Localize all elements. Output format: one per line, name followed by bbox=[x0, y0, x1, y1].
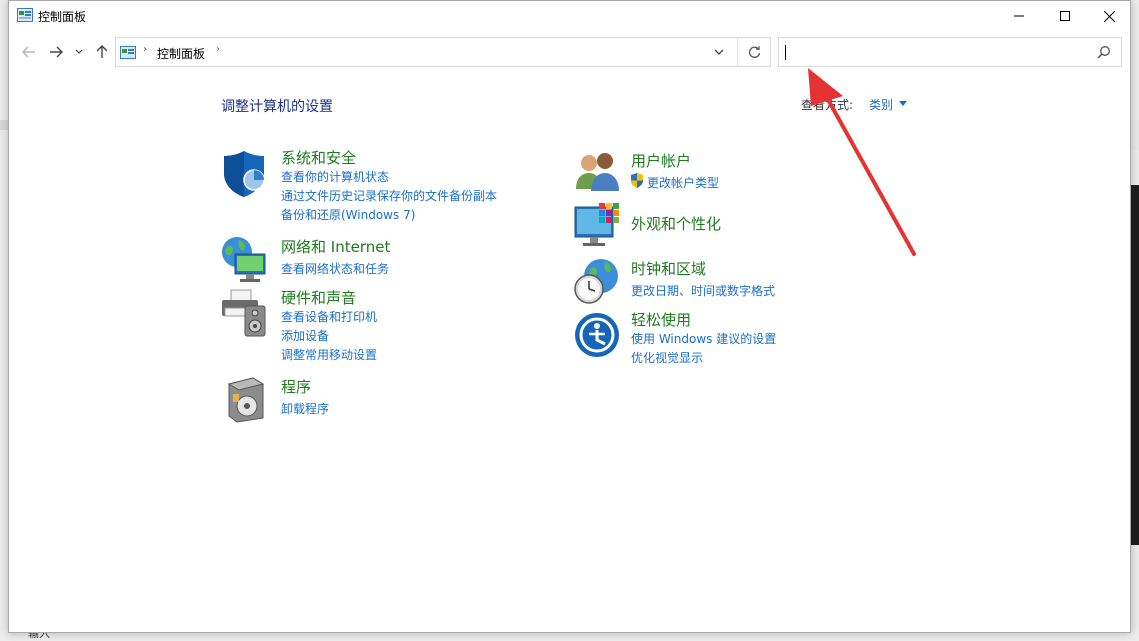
address-dropdown-button[interactable] bbox=[707, 38, 731, 66]
breadcrumb-separator[interactable]: › bbox=[143, 44, 147, 55]
close-icon bbox=[1103, 10, 1115, 22]
search-icon[interactable] bbox=[1097, 45, 1111, 59]
chevron-down-icon bbox=[75, 49, 83, 54]
recent-locations-button[interactable] bbox=[72, 43, 86, 61]
window-title: 控制面板 bbox=[38, 10, 87, 24]
category-hardware-sound[interactable]: 硬件和声音 bbox=[281, 287, 356, 308]
up-button[interactable] bbox=[91, 43, 113, 61]
breadcrumb-separator[interactable]: › bbox=[216, 44, 220, 55]
minimize-button[interactable] bbox=[996, 1, 1042, 31]
arrow-left-icon bbox=[22, 46, 35, 58]
address-bar[interactable]: › 控制面板 › bbox=[115, 37, 771, 67]
link-file-history-backup[interactable]: 通过文件历史记录保存你的文件备份副本 bbox=[281, 187, 497, 204]
background-window-strip bbox=[1131, 120, 1139, 150]
minimize-icon bbox=[1014, 15, 1024, 17]
close-button[interactable] bbox=[1086, 1, 1132, 31]
link-change-account-type[interactable]: 更改帐户类型 bbox=[647, 174, 719, 191]
category-network-internet[interactable]: 网络和 Internet bbox=[281, 236, 390, 257]
link-add-device[interactable]: 添加设备 bbox=[281, 327, 329, 344]
text-cursor bbox=[785, 45, 786, 60]
refresh-button[interactable] bbox=[737, 38, 770, 66]
control-panel-icon bbox=[120, 46, 136, 59]
shield-icon[interactable] bbox=[219, 149, 269, 199]
control-panel-window: 控制面板 › 控制面板 › 调整计算机的设置 查看方式: 类别 系统和安全 查看… bbox=[8, 0, 1131, 633]
navigation-row: › 控制面板 › bbox=[9, 35, 1130, 69]
monitor-palette-icon[interactable] bbox=[573, 201, 623, 251]
arrow-up-icon bbox=[96, 45, 108, 58]
printer-speaker-icon[interactable] bbox=[219, 288, 269, 338]
category-system-security[interactable]: 系统和安全 bbox=[281, 147, 356, 168]
link-recommended-settings[interactable]: 使用 Windows 建议的设置 bbox=[631, 330, 776, 347]
network-globe-icon[interactable] bbox=[219, 234, 269, 284]
maximize-button[interactable] bbox=[1042, 1, 1088, 31]
programs-disc-icon[interactable] bbox=[223, 374, 273, 424]
view-by-label: 查看方式: bbox=[801, 98, 854, 112]
uac-shield-icon bbox=[631, 173, 643, 188]
forward-button[interactable] bbox=[45, 43, 67, 61]
breadcrumb-control-panel[interactable]: 控制面板 bbox=[157, 45, 205, 62]
category-ease-of-access[interactable]: 轻松使用 bbox=[631, 309, 691, 330]
link-network-status[interactable]: 查看网络状态和任务 bbox=[281, 260, 389, 277]
ease-of-access-icon[interactable] bbox=[572, 310, 622, 360]
link-view-computer-status[interactable]: 查看你的计算机状态 bbox=[281, 168, 389, 185]
category-programs[interactable]: 程序 bbox=[281, 376, 311, 397]
refresh-icon bbox=[748, 45, 760, 58]
category-clock-region[interactable]: 时钟和区域 bbox=[631, 258, 706, 279]
back-button[interactable] bbox=[18, 43, 40, 61]
control-panel-icon bbox=[17, 8, 33, 22]
users-icon[interactable] bbox=[573, 149, 623, 199]
chevron-down-icon bbox=[714, 49, 724, 55]
search-box[interactable] bbox=[778, 37, 1122, 67]
view-by-dropdown[interactable]: 类别 bbox=[869, 96, 893, 113]
search-input[interactable] bbox=[785, 42, 1089, 64]
category-appearance[interactable]: 外观和个性化 bbox=[631, 213, 721, 234]
link-change-date-time-format[interactable]: 更改日期、时间或数字格式 bbox=[631, 282, 775, 299]
link-devices-printers[interactable]: 查看设备和打印机 bbox=[281, 308, 377, 325]
background-window-strip bbox=[0, 120, 8, 130]
background-dark-panel bbox=[1131, 185, 1139, 545]
maximize-icon bbox=[1060, 11, 1070, 21]
link-backup-restore[interactable]: 备份和还原(Windows 7) bbox=[281, 206, 415, 223]
link-mobility-settings[interactable]: 调整常用移动设置 bbox=[281, 346, 377, 363]
category-user-accounts[interactable]: 用户帐户 bbox=[631, 150, 691, 171]
link-optimize-visual-display[interactable]: 优化视觉显示 bbox=[631, 349, 703, 366]
clock-globe-icon[interactable] bbox=[571, 256, 621, 306]
link-uninstall-program[interactable]: 卸载程序 bbox=[281, 400, 329, 417]
caret-down-icon[interactable] bbox=[899, 101, 907, 106]
arrow-right-icon bbox=[50, 46, 63, 58]
page-heading: 调整计算机的设置 bbox=[221, 99, 333, 115]
title-bar[interactable]: 控制面板 bbox=[9, 1, 1130, 31]
